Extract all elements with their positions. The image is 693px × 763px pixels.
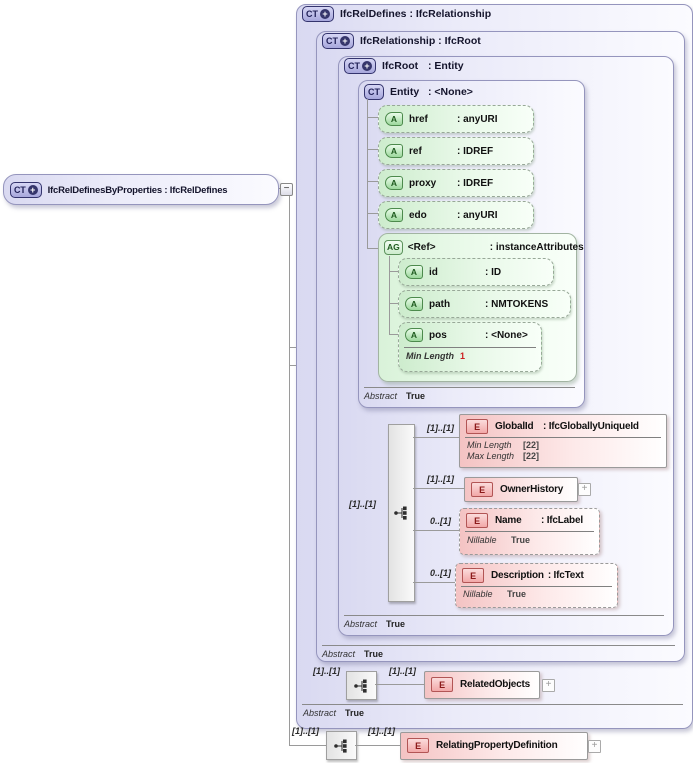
element-box-name[interactable]: E Name: IfcLabel Nillable True (459, 508, 600, 555)
abstract-facet-ifcreldefines: Abstract True (303, 708, 365, 718)
expand-button[interactable]: + (578, 483, 591, 496)
divider (344, 615, 664, 616)
connector (367, 248, 378, 249)
attribute-box-edo[interactable]: A edo: anyURI (378, 201, 534, 229)
facet-min-length: Min Length 1 (406, 351, 466, 361)
connector (389, 334, 398, 335)
type-header-entity: CT Entity: <None> (364, 84, 473, 100)
expand-button[interactable]: + (588, 740, 601, 753)
collapse-button[interactable]: − (280, 183, 293, 196)
facet-max-length: Max Length [22] (467, 451, 540, 461)
connector (375, 684, 424, 685)
complex-type-icon: CT + (10, 182, 42, 198)
element-box-ownerhistory[interactable]: E OwnerHistory (464, 477, 578, 502)
cardinality-label: [1]..[1] (427, 423, 454, 433)
cardinality-label: [1]..[1] (389, 666, 416, 676)
sequence-compositor[interactable] (388, 424, 415, 602)
attribute-box-pos[interactable]: A pos: <None> Min Length 1 (398, 322, 542, 372)
attribute-box-id[interactable]: A id: ID (398, 258, 554, 286)
element-box-relatedobjects[interactable]: E RelatedObjects (424, 671, 540, 699)
attribute-icon: A (385, 208, 403, 222)
sequence-compositor[interactable] (346, 671, 377, 700)
complex-type-icon: CT + (344, 58, 376, 74)
connector (413, 582, 455, 583)
facet-min-length: Min Length [22] (467, 440, 540, 450)
derived-plus-icon: + (320, 9, 330, 19)
abstract-facet-ifcroot: Abstract True (344, 619, 406, 629)
divider (364, 387, 575, 388)
complex-type-icon: CT (364, 84, 384, 100)
cardinality-label: [1]..[1] (349, 499, 376, 509)
attribute-icon: A (385, 112, 403, 126)
divider (302, 704, 683, 705)
facet-nillable: Nillable True (467, 535, 531, 545)
facet-nillable: Nillable True (463, 589, 527, 599)
attribute-box-path[interactable]: A path: NMTOKENS (398, 290, 571, 318)
attribute-box-href[interactable]: A href: anyURI (378, 105, 534, 133)
type-header-ifcrelationship: CT + IfcRelationship : IfcRoot (322, 33, 481, 49)
element-box-relatingpropertydefinition[interactable]: E RelatingPropertyDefinition (400, 732, 588, 760)
attribute-icon: A (405, 328, 423, 342)
cardinality-label: [1]..[1] (292, 726, 319, 736)
connector (355, 745, 400, 746)
sequence-icon (393, 506, 407, 520)
abstract-facet-entity: Abstract True (364, 391, 426, 401)
attribute-group-header: AG <Ref>: instanceAttributes (384, 240, 584, 255)
connector (367, 99, 368, 249)
cardinality-label: [1]..[1] (427, 474, 454, 484)
cardinality-label: 0..[1] (430, 516, 452, 526)
element-icon: E (431, 677, 453, 692)
connector (413, 437, 459, 438)
attribute-group-icon: AG (384, 240, 403, 255)
attribute-box-ref[interactable]: A ref: IDREF (378, 137, 534, 165)
attribute-box-proxy[interactable]: A proxy: IDREF (378, 169, 534, 197)
connector (367, 213, 378, 214)
element-box-globalid[interactable]: E GlobalId: IfcGloballyUniqueId Min Leng… (459, 414, 667, 468)
connector (289, 745, 326, 746)
sequence-icon (333, 739, 347, 753)
derived-plus-icon: + (362, 61, 372, 71)
cardinality-label: [1]..[1] (313, 666, 340, 676)
attribute-icon: A (385, 176, 403, 190)
attribute-icon: A (405, 265, 423, 279)
connector (367, 181, 378, 182)
divider (322, 645, 675, 646)
attribute-icon: A (405, 297, 423, 311)
element-icon: E (462, 568, 484, 583)
cardinality-label: 0..[1] (430, 568, 452, 578)
element-icon: E (466, 513, 488, 528)
abstract-facet-ifcrelationship: Abstract True (322, 649, 384, 659)
schema-diagram-canvas: CT + IfcRelDefines : IfcRelationship CT + … (0, 0, 693, 763)
connector (389, 271, 398, 272)
expand-button[interactable]: + (542, 679, 555, 692)
type-header-ifcreldefines: CT + IfcRelDefines : IfcRelationship (302, 6, 491, 22)
element-icon: E (471, 482, 493, 497)
connector (413, 530, 459, 531)
connector (389, 303, 398, 304)
complex-type-icon: CT + (322, 33, 354, 49)
connector (413, 488, 464, 489)
attribute-icon: A (385, 144, 403, 158)
type-header-ifcroot: CT + IfcRoot: Entity (344, 58, 464, 74)
element-icon: E (466, 419, 488, 434)
connector (367, 117, 378, 118)
connector (289, 188, 290, 746)
cardinality-label: [1]..[1] (368, 726, 395, 736)
root-element-box[interactable]: CT + IfcRelDefinesByProperties : IfcRelDe… (3, 174, 279, 205)
connector (367, 149, 378, 150)
sequence-icon (353, 679, 367, 693)
element-icon: E (407, 738, 429, 753)
derived-plus-icon: + (27, 185, 38, 195)
connector (389, 256, 390, 334)
derived-plus-icon: + (340, 36, 350, 46)
element-box-description[interactable]: E Description: IfcText Nillable True (455, 563, 618, 608)
complex-type-icon: CT + (302, 6, 334, 22)
sequence-compositor[interactable] (326, 731, 357, 760)
